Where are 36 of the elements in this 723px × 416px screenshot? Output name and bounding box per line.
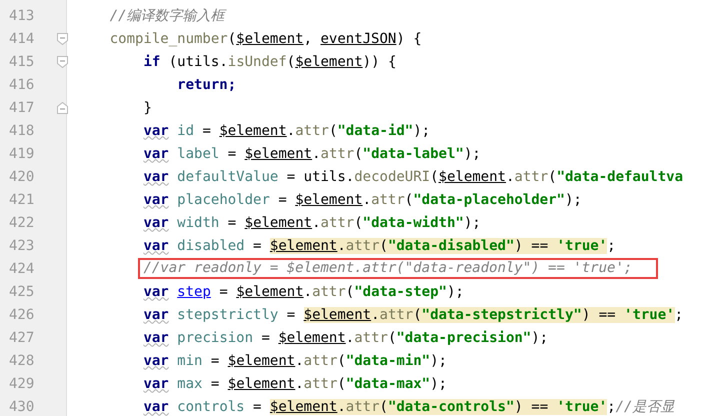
code-line: var defaultValue = utils.decodeURI($element.attr("data-defaultva bbox=[143, 168, 683, 186]
code-line: compile_number($element, eventJSON) { bbox=[110, 30, 422, 48]
line-number: 416 bbox=[8, 76, 36, 92]
line-number: 421 bbox=[8, 192, 36, 208]
line-number: 429 bbox=[8, 376, 36, 392]
line-number: 417 bbox=[8, 100, 36, 116]
fold-icon[interactable] bbox=[56, 102, 68, 114]
line-number: 427 bbox=[8, 330, 36, 346]
line-number: 423 bbox=[8, 238, 36, 254]
code-line: var controls = $element.attr("data-controls") == 'true';//是否显 bbox=[143, 398, 674, 416]
code-line: var id = $element.attr("data-id"); bbox=[143, 122, 430, 140]
fold-icon[interactable] bbox=[56, 32, 68, 44]
code-line: } bbox=[143, 98, 152, 118]
line-number: 428 bbox=[8, 352, 36, 368]
code-line: var max = $element.attr("data-max"); bbox=[143, 374, 447, 394]
code-line: return; bbox=[177, 76, 236, 94]
line-number: 425 bbox=[8, 284, 36, 300]
line-number: 415 bbox=[8, 54, 36, 70]
code-line: if (utils.isUndef($element)) { bbox=[143, 52, 396, 72]
line-number: 424 bbox=[8, 260, 36, 276]
line-number: 422 bbox=[8, 214, 36, 230]
code-line: var precision = $element.attr("data-precision"); bbox=[143, 328, 548, 348]
code-line: var label = $element.attr("data-label"); bbox=[143, 144, 481, 164]
code-line: var width = $element.attr("data-width"); bbox=[143, 214, 481, 232]
line-number: 413 bbox=[8, 8, 36, 24]
code-line: var step = $element.attr("data-step"); bbox=[143, 282, 464, 302]
line-number: 418 bbox=[8, 122, 36, 138]
code-line: var min = $element.attr("data-min"); bbox=[143, 352, 447, 370]
line-number: 414 bbox=[8, 30, 36, 46]
code-line: var placeholder = $element.attr("data-placeholder"); bbox=[143, 190, 582, 210]
line-number: 430 bbox=[8, 398, 36, 414]
line-number: 426 bbox=[8, 306, 36, 322]
line-number: 420 bbox=[8, 168, 36, 184]
line-number: 419 bbox=[8, 146, 36, 162]
fold-icon[interactable] bbox=[56, 56, 68, 68]
code-line: //编译数字输入框 bbox=[110, 6, 225, 26]
